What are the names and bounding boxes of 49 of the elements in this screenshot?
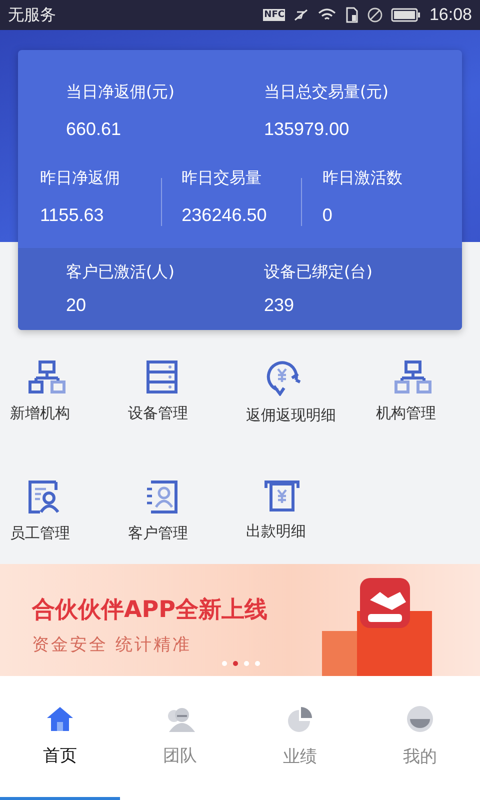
stat-label: 昨日激活数 (322, 168, 404, 189)
carousel-dot[interactable] (244, 661, 249, 666)
contacts-icon[interactable] (146, 480, 178, 514)
stat-label: 当日净返佣(元) (66, 82, 176, 103)
stat-label: 当日总交易量(元) (264, 82, 390, 103)
sim-icon (345, 7, 360, 23)
blocked-icon (367, 7, 384, 23)
banner-title: 合伙伙伴APP全新上线 (32, 596, 268, 625)
profile-icon (406, 705, 434, 733)
home-icon (46, 706, 74, 732)
yen-circle-icon[interactable] (264, 360, 302, 396)
hierarchy-icon[interactable] (394, 360, 432, 394)
stat-label: 设备已绑定(台) (264, 262, 374, 283)
stat-value: 20 (66, 295, 88, 316)
carousel-dot[interactable] (222, 661, 227, 666)
tab[interactable]: 业绩 (240, 676, 360, 800)
stat-value: 135979.00 (264, 119, 350, 140)
stat-value: 0 (322, 205, 334, 226)
stat-value: 1155.63 (40, 205, 105, 226)
menu-item-label[interactable]: 返佣返现明细 (246, 406, 336, 425)
pie-chart-icon (286, 705, 314, 733)
stat-value: 236246.50 (182, 205, 268, 226)
stat-value: 239 (264, 295, 296, 316)
stat-value: 660.61 (66, 119, 122, 140)
menu-item-label[interactable]: 出款明细 (246, 522, 306, 541)
battery-icon (391, 8, 422, 22)
hierarchy-icon[interactable] (28, 360, 66, 394)
menu-item-label[interactable]: 员工管理 (10, 524, 70, 543)
tab[interactable]: 我的 (360, 676, 480, 800)
yen-slip-icon[interactable] (264, 480, 300, 512)
nfc-label: NFC (263, 9, 286, 21)
carousel-dot[interactable] (233, 661, 238, 666)
stat-label: 客户已激活(人) (66, 262, 176, 283)
server-icon[interactable] (146, 360, 178, 394)
menu-item-label[interactable]: 新增机构 (10, 404, 70, 423)
menu-item-label[interactable]: 设备管理 (128, 404, 188, 423)
menu-item-label[interactable]: 客户管理 (128, 524, 188, 543)
banner-subtitle: 资金安全 统计精准 (32, 634, 192, 656)
tab[interactable]: 首页 (0, 676, 120, 800)
menu-item-label[interactable]: 机构管理 (376, 404, 436, 423)
id-card-icon[interactable] (28, 480, 60, 514)
wifi-icon (317, 8, 338, 22)
stat-label: 昨日净返佣 (40, 168, 121, 189)
stat-label: 昨日交易量 (182, 168, 263, 189)
carousel-dot[interactable] (255, 661, 260, 666)
tab[interactable]: 团队 (120, 676, 240, 800)
team-icon (165, 706, 195, 732)
clock-text: 16:08 (429, 5, 472, 25)
carrier-text: 无服务 (8, 4, 56, 26)
